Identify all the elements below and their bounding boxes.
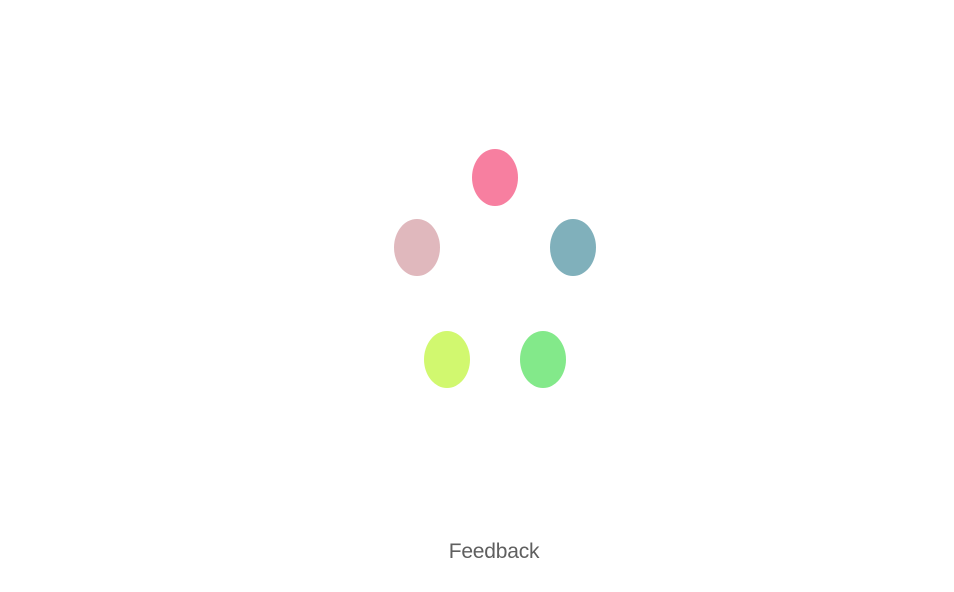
loader-dot	[424, 331, 470, 388]
loader-dot	[394, 219, 440, 276]
feedback-link[interactable]: Feedback	[449, 540, 540, 563]
loader-dot	[520, 331, 566, 388]
loader-dot	[550, 219, 596, 276]
loader-dot	[472, 149, 518, 206]
loading-spinner	[0, 0, 954, 592]
footer: Feedback	[0, 540, 954, 564]
